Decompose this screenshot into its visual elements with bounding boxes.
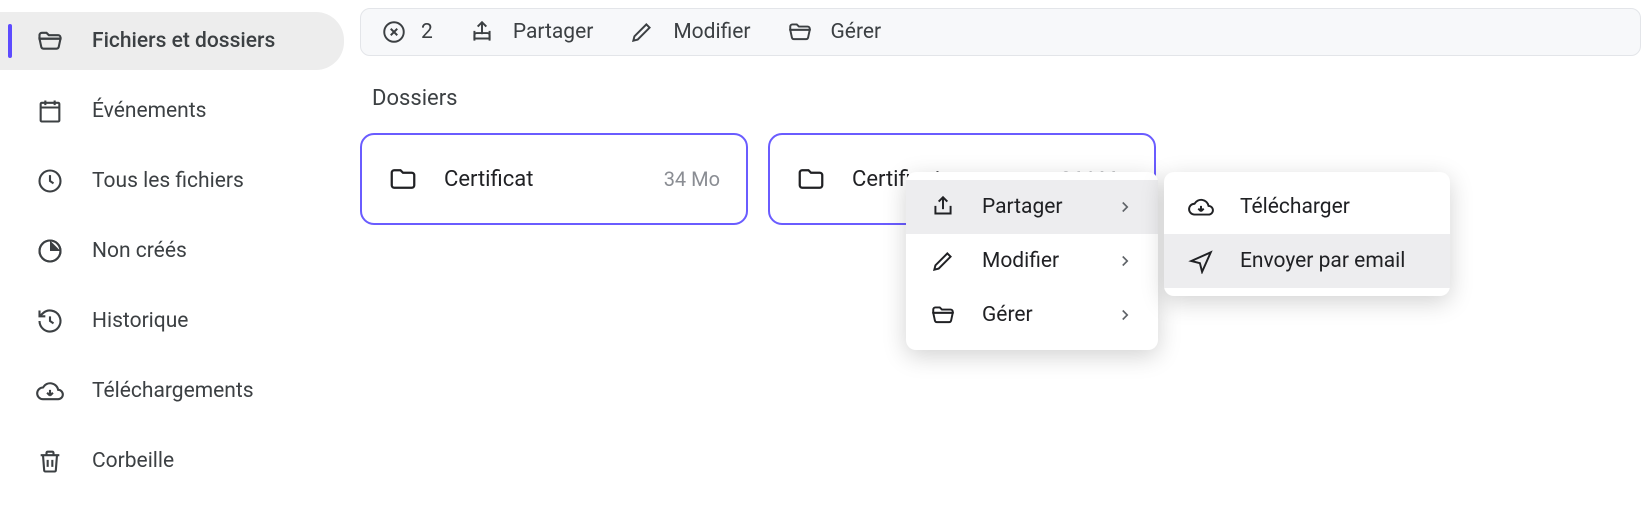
sidebar-item-trash[interactable]: Corbeille bbox=[0, 432, 344, 490]
edit-button[interactable]: Modifier bbox=[629, 19, 750, 45]
submenu-item-label: Envoyer par email bbox=[1240, 249, 1426, 273]
action-bar: 2 Partager Modifier Gérer bbox=[360, 8, 1641, 56]
chevron-right-icon bbox=[1116, 252, 1134, 270]
share-button[interactable]: Partager bbox=[469, 19, 594, 45]
folder-name: Certificat bbox=[444, 167, 638, 192]
menu-item-edit[interactable]: Modifier bbox=[906, 234, 1158, 288]
folder-icon bbox=[796, 164, 826, 194]
submenu-item-download[interactable]: Télécharger bbox=[1164, 180, 1450, 234]
selection-count-value: 2 bbox=[421, 20, 433, 44]
menu-item-manage[interactable]: Gérer bbox=[906, 288, 1158, 342]
sidebar-item-history[interactable]: Historique bbox=[0, 292, 344, 350]
selection-count[interactable]: 2 bbox=[381, 19, 433, 45]
share-submenu: Télécharger Envoyer par email bbox=[1164, 172, 1450, 296]
menu-item-label: Partager bbox=[982, 195, 1090, 219]
sidebar-item-all-files[interactable]: Tous les fichiers bbox=[0, 152, 344, 210]
section-title: Dossiers bbox=[372, 86, 1641, 111]
sidebar-item-downloads[interactable]: Téléchargements bbox=[0, 362, 344, 420]
sidebar-item-label: Corbeille bbox=[92, 449, 174, 473]
calendar-icon bbox=[36, 97, 64, 125]
sidebar-item-label: Téléchargements bbox=[92, 379, 254, 403]
folder-size: 34 Mo bbox=[664, 167, 720, 191]
send-icon bbox=[1188, 248, 1214, 274]
sidebar-item-label: Tous les fichiers bbox=[92, 169, 244, 193]
folder-open-icon bbox=[787, 19, 813, 45]
context-menu: Partager Modifier Gérer bbox=[906, 172, 1158, 350]
folder-card[interactable]: Certificat 34 Mo bbox=[360, 133, 748, 225]
sidebar-item-not-created[interactable]: Non créés bbox=[0, 222, 344, 280]
sidebar: Fichiers et dossiers Événements Tous les… bbox=[0, 0, 350, 526]
cloud-download-icon bbox=[1188, 194, 1214, 220]
submenu-item-email[interactable]: Envoyer par email bbox=[1164, 234, 1450, 288]
menu-item-label: Gérer bbox=[982, 303, 1090, 327]
folder-open-icon bbox=[36, 27, 64, 55]
sidebar-item-files[interactable]: Fichiers et dossiers bbox=[0, 12, 344, 70]
chevron-right-icon bbox=[1116, 198, 1134, 216]
manage-button[interactable]: Gérer bbox=[787, 19, 882, 45]
share-icon bbox=[930, 194, 956, 220]
share-icon bbox=[469, 19, 495, 45]
pie-icon bbox=[36, 237, 64, 265]
menu-item-share[interactable]: Partager bbox=[906, 180, 1158, 234]
folder-icon bbox=[388, 164, 418, 194]
sidebar-item-label: Historique bbox=[92, 309, 188, 333]
main-content: 2 Partager Modifier Gérer Doss bbox=[350, 0, 1651, 526]
pencil-icon bbox=[930, 248, 956, 274]
trash-icon bbox=[36, 447, 64, 475]
close-circle-icon[interactable] bbox=[381, 19, 407, 45]
folder-open-icon bbox=[930, 302, 956, 328]
share-label: Partager bbox=[513, 20, 594, 44]
cloud-download-icon bbox=[36, 377, 64, 405]
edit-label: Modifier bbox=[673, 20, 750, 44]
submenu-item-label: Télécharger bbox=[1240, 195, 1426, 219]
sidebar-item-label: Non créés bbox=[92, 239, 187, 263]
clock-icon bbox=[36, 167, 64, 195]
history-icon bbox=[36, 307, 64, 335]
chevron-right-icon bbox=[1116, 306, 1134, 324]
sidebar-item-events[interactable]: Événements bbox=[0, 82, 344, 140]
sidebar-item-label: Fichiers et dossiers bbox=[92, 29, 275, 53]
pencil-icon bbox=[629, 19, 655, 45]
menu-item-label: Modifier bbox=[982, 249, 1090, 273]
manage-label: Gérer bbox=[831, 20, 882, 44]
sidebar-item-label: Événements bbox=[92, 99, 206, 123]
